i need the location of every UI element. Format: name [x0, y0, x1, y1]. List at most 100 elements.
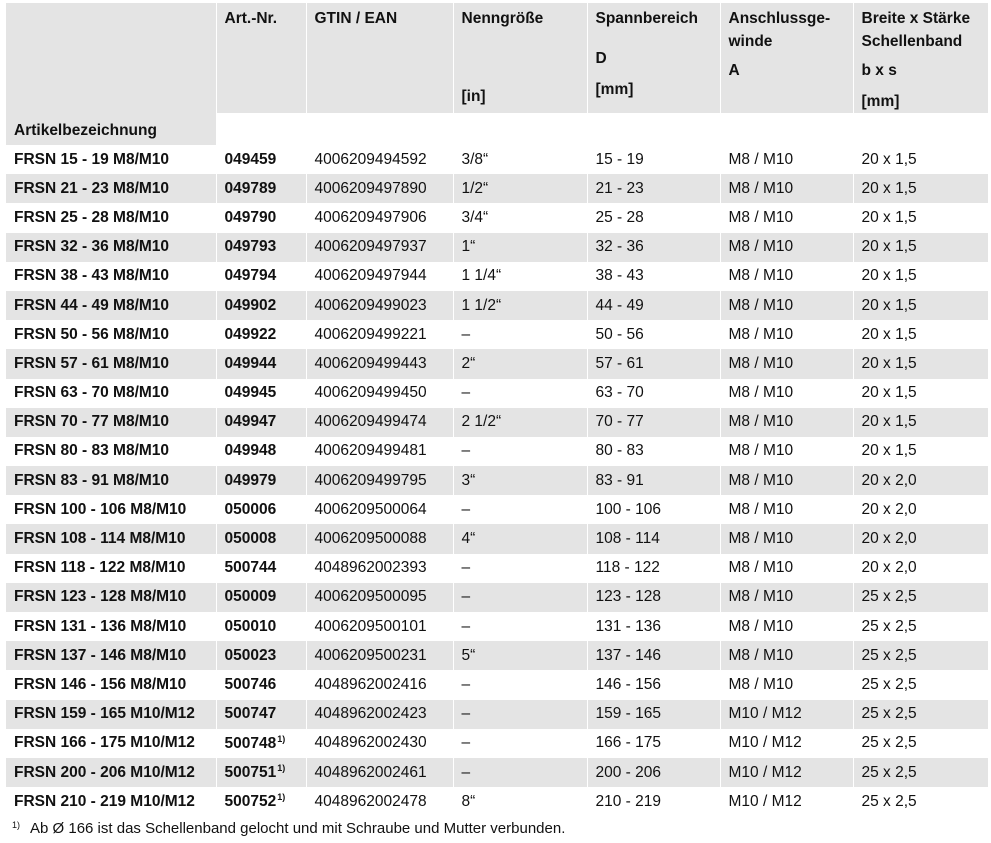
table-header: Art.-Nr. GTIN / EAN Nenngröße [in] Spann… [6, 3, 989, 145]
header-spannbereich-label: Spannbereich [595, 10, 699, 27]
cell-spannbereich-text: 25 - 28 [595, 208, 644, 226]
cell-artikelbezeichnung: FRSN 80 - 83 M8/M10 [6, 436, 217, 467]
cell-nenngroesse: – [452, 495, 588, 525]
cell-spannbereich-text: 38 - 43 [595, 267, 644, 285]
cell-nenngroesse: 8“ [452, 787, 588, 817]
cell-art-nr-text: 049922 [224, 325, 277, 343]
cell-spannbereich-text: 146 - 156 [595, 675, 662, 693]
cell-anschlussgewinde-text: M8 / M10 [728, 296, 794, 314]
header-spacer-cell [853, 113, 989, 145]
cell-spannbereich-text: 15 - 19 [595, 150, 644, 168]
cell-nenngroesse-text: 1/2“ [461, 179, 489, 197]
cell-art-nr-text: 050023 [224, 646, 277, 664]
cell-art-nr-text: 500748 [224, 734, 277, 752]
cell-spannbereich-text: 131 - 136 [595, 617, 662, 635]
header-breite-staerke: Breite x Stärke Schellenband b x s [mm] [853, 3, 989, 113]
cell-breite-staerke-text: 20 x 1,5 [861, 325, 917, 343]
cell-gtin: 4006209497890 [306, 174, 454, 204]
cell-anschlussgewinde-text: M8 / M10 [728, 208, 794, 226]
cell-spannbereich-text: 32 - 36 [595, 238, 644, 256]
cell-spannbereich: 108 - 114 [586, 524, 721, 554]
cell-spannbereich-text: 166 - 175 [595, 734, 662, 752]
cell-breite-staerke-text: 20 x 1,5 [861, 413, 917, 431]
cell-breite-staerke: 25 x 2,5 [853, 612, 989, 642]
cell-nenngroesse: 1/2“ [452, 174, 588, 204]
cell-breite-staerke: 25 x 2,5 [853, 582, 989, 612]
cell-breite-staerke: 20 x 1,5 [853, 145, 989, 175]
footnote-text: Ab Ø 166 ist das Schellenband gelocht un… [30, 820, 566, 837]
cell-gtin-text: 4006209497944 [314, 267, 427, 285]
cell-artikelbezeichnung-text: FRSN 210 - 219 M10/M12 [14, 792, 195, 810]
cell-anschlussgewinde-text: M8 / M10 [728, 442, 794, 460]
cell-breite-staerke-text: 20 x 1,5 [861, 267, 917, 285]
cell-breite-staerke: 20 x 2,0 [853, 466, 989, 496]
header-spannbereich-symbol: D [595, 50, 607, 67]
cell-art-nr-text: 049902 [224, 296, 277, 314]
cell-artikelbezeichnung-text: FRSN 57 - 61 M8/M10 [14, 354, 170, 372]
cell-art-nr-text: 049945 [224, 384, 277, 402]
cell-breite-staerke: 20 x 1,5 [853, 378, 989, 408]
cell-anschlussgewinde-text: M8 / M10 [728, 617, 794, 635]
cell-spannbereich: 21 - 23 [586, 174, 721, 204]
cell-breite-staerke-text: 25 x 2,5 [861, 763, 917, 781]
cell-gtin-text: 4006209499443 [314, 354, 427, 372]
cell-anschlussgewinde-text: M10 / M12 [728, 734, 802, 752]
header-art-nr: Art.-Nr. [216, 3, 307, 113]
cell-art-nr: 050008 [216, 524, 307, 554]
cell-anschlussgewinde: M8 / M10 [720, 145, 854, 175]
cell-anschlussgewinde-text: M8 / M10 [728, 675, 794, 693]
cell-artikelbezeichnung: FRSN 44 - 49 M8/M10 [6, 290, 217, 321]
cell-nenngroesse-text: 3/4“ [461, 208, 489, 226]
cell-art-nr-text: 050006 [224, 500, 277, 518]
cell-art-nr: 5007521) [216, 787, 307, 817]
cell-art-nr-text: 050008 [224, 530, 277, 548]
cell-art-nr: 049794 [216, 261, 307, 291]
cell-gtin-text: 4006209497890 [314, 179, 427, 197]
cell-nenngroesse-text: 2 1/2“ [461, 413, 502, 431]
cell-spannbereich-text: 137 - 146 [595, 646, 662, 664]
cell-gtin: 4006209499221 [306, 320, 454, 350]
cell-art-nr-text: 050010 [224, 617, 277, 635]
cell-art-nr: 049945 [216, 378, 307, 408]
cell-artikelbezeichnung: FRSN 38 - 43 M8/M10 [6, 261, 217, 291]
header-anschluss-line1: Anschlussge- [728, 10, 831, 27]
cell-gtin: 4006209499481 [306, 436, 454, 467]
cell-anschlussgewinde-text: M8 / M10 [728, 588, 794, 606]
cell-gtin-text: 4006209499221 [314, 325, 427, 343]
cell-breite-staerke-text: 20 x 1,5 [861, 442, 917, 460]
cell-anschlussgewinde: M8 / M10 [720, 290, 854, 321]
cell-artikelbezeichnung-text: FRSN 80 - 83 M8/M10 [14, 442, 170, 460]
header-spannbereich: Spannbereich D [mm] [586, 3, 721, 113]
cell-spannbereich: 38 - 43 [586, 261, 721, 291]
cell-artikelbezeichnung: FRSN 32 - 36 M8/M10 [6, 232, 217, 262]
footnote-ref: 1) [277, 733, 286, 744]
cell-nenngroesse-text: 1 1/4“ [461, 267, 502, 285]
footnote-ref: 1) [277, 792, 286, 803]
cell-breite-staerke: 20 x 2,0 [853, 524, 989, 554]
cell-nenngroesse-text: 3/8“ [461, 150, 489, 168]
cell-artikelbezeichnung-text: FRSN 108 - 114 M8/M10 [14, 530, 186, 548]
cell-breite-staerke: 20 x 2,0 [853, 553, 989, 583]
cell-breite-staerke: 20 x 2,0 [853, 495, 989, 525]
cell-nenngroesse-text: – [461, 588, 471, 606]
footnote-marker: 1) [12, 820, 21, 830]
cell-spannbereich-text: 21 - 23 [595, 179, 644, 197]
table-row: FRSN 63 - 70 M8/M10 049945 4006209499450 – 6… [6, 378, 989, 408]
cell-breite-staerke-text: 20 x 1,5 [861, 296, 917, 314]
cell-art-nr: 500746 [216, 670, 307, 700]
cell-artikelbezeichnung: FRSN 100 - 106 M8/M10 [6, 495, 217, 525]
cell-anschlussgewinde: M10 / M12 [720, 787, 854, 817]
cell-artikelbezeichnung-text: FRSN 118 - 122 M8/M10 [14, 559, 186, 577]
cell-anschlussgewinde-text: M8 / M10 [728, 413, 794, 431]
cell-gtin-text: 4048962002461 [314, 763, 427, 781]
table-row: FRSN 118 - 122 M8/M10 500744 4048962002393… [6, 553, 989, 583]
cell-gtin-text: 4006209500095 [314, 588, 427, 606]
cell-art-nr: 049948 [216, 436, 307, 467]
cell-nenngroesse: – [452, 436, 588, 467]
cell-art-nr: 049793 [216, 232, 307, 262]
cell-anschlussgewinde: M8 / M10 [720, 466, 854, 496]
cell-breite-staerke-text: 25 x 2,5 [861, 646, 917, 664]
cell-nenngroesse: – [452, 699, 588, 729]
cell-anschlussgewinde-text: M8 / M10 [728, 500, 794, 518]
cell-spannbereich: 118 - 122 [586, 553, 721, 583]
